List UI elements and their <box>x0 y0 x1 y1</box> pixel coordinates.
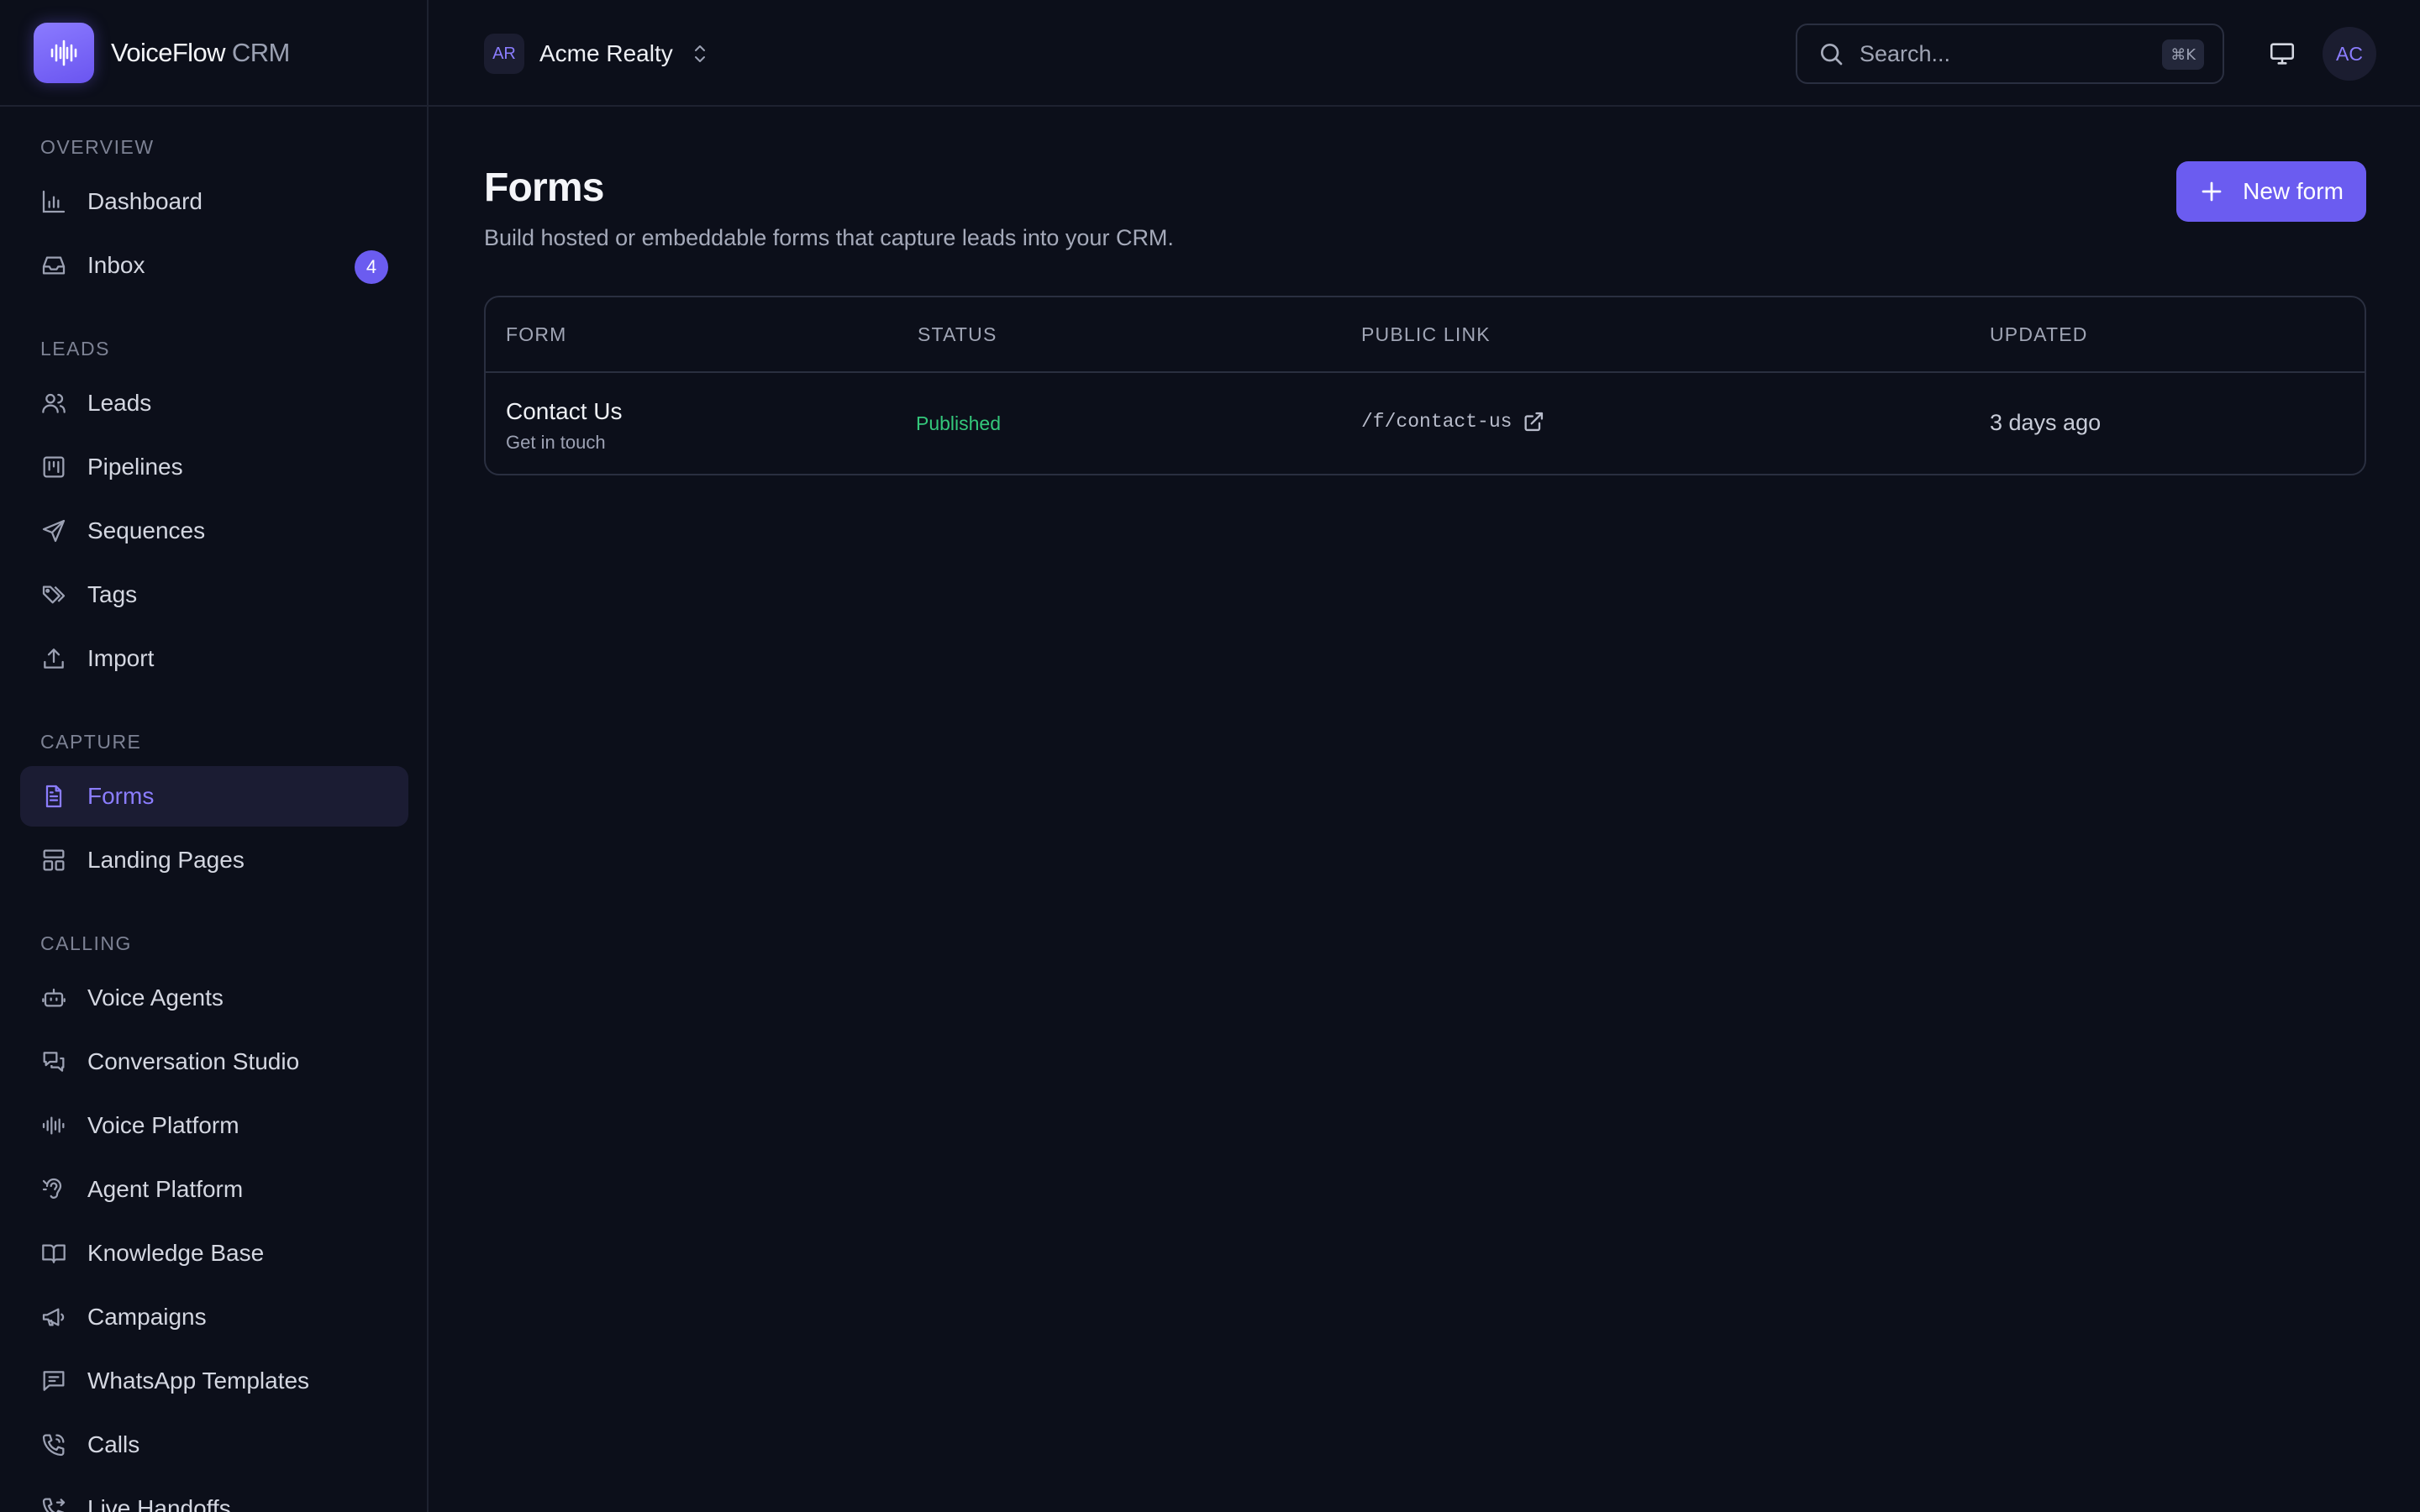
sidebar-item-label: Agent Platform <box>87 1176 244 1202</box>
chevrons-up-down-icon <box>694 45 705 62</box>
file-text-icon <box>45 785 62 808</box>
user-avatar[interactable]: AC <box>2323 27 2376 81</box>
sidebar-item-knowledge-base[interactable]: Knowledge Base <box>20 1223 408 1284</box>
section-title-leads: LEADS <box>40 338 110 360</box>
sidebar-item-label: Tags <box>87 581 138 607</box>
forms-table: FORM STATUS PUBLIC LINK UPDATED Contact … <box>484 296 2366 475</box>
sidebar-item-whatsapp-templates[interactable]: WhatsApp Templates <box>20 1351 408 1411</box>
page-title: Forms <box>484 165 605 210</box>
sidebar-item-label: Inbox <box>87 252 145 278</box>
sidebar-item-tags[interactable]: Tags <box>20 564 408 625</box>
sidebar-item-label: Knowledge Base <box>87 1240 265 1266</box>
updated-time: 3 days ago <box>1990 410 2102 435</box>
sidebar-item-label: Calls <box>87 1431 140 1457</box>
page-subtitle: Build hosted or embeddable forms that ca… <box>484 225 1174 250</box>
send-icon <box>42 519 66 543</box>
search-input[interactable] <box>1860 40 2145 67</box>
phone-forwarded-icon <box>42 1498 66 1512</box>
sidebar-item-label: Pipelines <box>87 454 183 480</box>
phone-call-icon <box>42 1434 65 1457</box>
brand[interactable]: VoiceFlow CRM <box>0 0 427 107</box>
sidebar-item-label: Voice Agents <box>87 984 224 1011</box>
brand-name-primary: VoiceFlow <box>111 37 225 67</box>
megaphone-icon <box>42 1308 65 1326</box>
layout-template-icon <box>43 849 65 871</box>
column-header-updated[interactable]: UPDATED <box>1990 297 2088 371</box>
sidebar-item-label: Landing Pages <box>87 847 245 873</box>
bar-chart-icon <box>42 190 66 213</box>
monitor-icon <box>2270 43 2295 65</box>
sidebar-item-label: Forms <box>87 783 155 809</box>
sidebar-item-label: Leads <box>87 390 152 416</box>
table-row[interactable]: Contact Us Get in touch Published /f/con… <box>486 373 2365 474</box>
search-box[interactable]: ⌘K <box>1796 24 2224 84</box>
brand-name-suffix: CRM <box>231 37 290 67</box>
external-link-icon <box>1524 412 1544 432</box>
sidebar: VoiceFlow CRM OVERVIEW Dashboard Inbox 4… <box>0 0 429 1512</box>
message-square-text-icon <box>43 1371 65 1391</box>
sidebar-item-campaigns[interactable]: Campaigns <box>20 1287 408 1347</box>
sidebar-item-agent-platform[interactable]: Agent Platform <box>20 1159 408 1220</box>
section-title-capture: CAPTURE <box>40 731 142 753</box>
ear-icon <box>42 1178 62 1199</box>
sidebar-item-dashboard[interactable]: Dashboard <box>20 171 408 232</box>
plus-icon <box>2202 181 2222 202</box>
top-bar: AR Acme Realty ⌘K AC <box>429 0 2420 107</box>
sidebar-item-label: Voice Platform <box>87 1112 239 1138</box>
tags-icon <box>42 585 66 604</box>
column-header-public-link[interactable]: PUBLIC LINK <box>1361 297 1491 371</box>
sidebar-item-label: Campaigns <box>87 1304 207 1330</box>
messages-icon <box>43 1052 65 1072</box>
table-header: FORM STATUS PUBLIC LINK UPDATED <box>486 297 2365 373</box>
inbox-icon <box>42 256 66 275</box>
new-form-button-label: New form <box>2243 178 2344 204</box>
sidebar-item-voice-agents[interactable]: Voice Agents <box>20 968 408 1028</box>
sidebar-item-voice-platform[interactable]: Voice Platform <box>20 1095 408 1156</box>
sidebar-item-label: WhatsApp Templates <box>87 1368 310 1394</box>
kanban-icon <box>43 456 65 478</box>
sidebar-item-conversation-studio[interactable]: Conversation Studio <box>20 1032 408 1092</box>
sidebar-item-label: Live Handoffs <box>87 1495 231 1512</box>
sidebar-item-calls[interactable]: Calls <box>20 1415 408 1475</box>
book-open-icon <box>42 1244 66 1263</box>
sidebar-item-leads[interactable]: Leads <box>20 373 408 433</box>
section-title-calling: CALLING <box>40 932 132 954</box>
form-description: Get in touch <box>506 432 606 453</box>
workspace-switcher[interactable]: AR Acme Realty <box>484 34 710 74</box>
sidebar-item-import[interactable]: Import <box>20 628 408 689</box>
inbox-count-badge: 4 <box>355 250 388 284</box>
sidebar-item-inbox[interactable]: Inbox 4 <box>20 235 408 296</box>
form-name[interactable]: Contact Us <box>506 398 623 425</box>
workspace-name: Acme Realty <box>539 40 673 66</box>
search-shortcut-hint: ⌘K <box>2162 39 2204 70</box>
sidebar-item-live-handoffs[interactable]: Live Handoffs <box>20 1478 408 1512</box>
sidebar-item-pipelines[interactable]: Pipelines <box>20 437 408 497</box>
users-icon <box>42 393 66 413</box>
new-form-button[interactable]: New form <box>2176 161 2366 222</box>
sidebar-item-label: Conversation Studio <box>87 1048 300 1074</box>
status-badge: Published <box>916 412 1002 434</box>
upload-icon <box>44 648 64 669</box>
voice-waveform-logo-icon <box>34 22 94 83</box>
public-link-text: /f/contact-us <box>1361 411 1512 433</box>
column-header-form[interactable]: FORM <box>506 297 567 371</box>
public-link[interactable]: /f/contact-us <box>1361 410 1545 433</box>
brand-name: VoiceFlow CRM <box>111 38 290 68</box>
sidebar-item-sequences[interactable]: Sequences <box>20 501 408 561</box>
search-icon <box>1821 44 1843 66</box>
audio-waveform-icon <box>42 1116 65 1135</box>
column-header-status[interactable]: STATUS <box>918 297 997 371</box>
theme-display-button[interactable] <box>2255 27 2309 81</box>
sidebar-item-label: Dashboard <box>87 188 203 214</box>
sidebar-item-label: Import <box>87 645 155 671</box>
sidebar-item-landing-pages[interactable]: Landing Pages <box>20 830 408 890</box>
workspace-avatar: AR <box>484 34 524 74</box>
bot-icon <box>42 988 66 1007</box>
section-title-overview: OVERVIEW <box>40 136 155 158</box>
sidebar-item-label: Sequences <box>87 517 206 543</box>
sidebar-item-forms[interactable]: Forms <box>20 766 408 827</box>
